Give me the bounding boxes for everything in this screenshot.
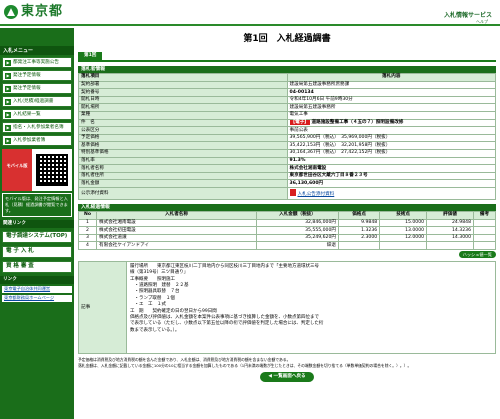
qualification-button[interactable]: 資 格 審 査 [2, 260, 72, 273]
logo-text: 東京都 [21, 4, 64, 19]
sidebar-item-sanka[interactable]: ▶ 入札参加業者簿 [2, 135, 72, 146]
table-row: 2 株式会社初田電設 35,555,000円 1.3236 13.0000 14… [78, 226, 496, 235]
info-row: 落札率 91.3% [78, 156, 496, 166]
main-content: 第1回 入札経過調書 第1回 落札者情報 落札項目 落札内容 契約部署 建設局第五… [78, 28, 496, 382]
sidebar-item-yotei[interactable]: ▶ 発注予定情報 [2, 70, 72, 81]
site-header: 東京都 入札情報サービス ヘルプ [0, 0, 500, 26]
mobile-label: モバイル版 [2, 149, 32, 191]
link-kyodo-unei[interactable]: 東京電子自治体共同運営 [2, 285, 72, 293]
col-amount: 入札金額（税抜） [256, 210, 339, 220]
arrow-right-icon: ▶ [5, 98, 11, 105]
info-row: 特別基準価格 30,164,367円（税込） 27,422,152円（税抜） [78, 148, 496, 158]
info-row: 予定価格 39,565,900円（税込） 35,969,000円（税抜） [78, 133, 496, 143]
electronic-badge: 【電子】 [289, 119, 310, 125]
info-row: 落札金額 36,130,600円 [78, 179, 496, 188]
info-row: 業種 電気工事 [78, 110, 496, 120]
link-zaimukyoku[interactable]: 東京都財務局ホームページ [2, 294, 72, 302]
info-row: 契約番号 04-00134 [78, 88, 496, 97]
pdf-icon [289, 188, 296, 196]
tab-round-1[interactable]: 第1回 [78, 52, 103, 60]
sidebar-item-kekka[interactable]: ▶ 入札結果一覧 [2, 109, 72, 120]
section-bid-progress: 入札経過情報 [78, 203, 496, 211]
col-eval: 評価値 [426, 210, 474, 220]
sidebar-menu: ▶ 都発注工事等実施公告 ▶ 発注予定情報 ▶ 発注予定情報 ▶ 入札(見積)経過調書 … [0, 57, 74, 146]
remarks-label: 記事 [78, 260, 127, 354]
table-row: 4 有限会社ケイアンドアイ 辞退 [78, 241, 496, 250]
arrow-right-icon: ▶ [5, 72, 11, 79]
links-head: 関連リンク [0, 219, 74, 228]
round-tabbar: 第1回 [78, 52, 496, 62]
subject-row: 件 名 【電子】 道路施設整備工事（４五の７）照明設備改修 [78, 118, 496, 128]
col-no: No [78, 210, 97, 220]
links-head-2: リンク [0, 275, 74, 284]
col-header-item: 落札項目 [78, 73, 288, 82]
hash-list-button[interactable]: ハッシュ値一覧 [458, 250, 496, 259]
subject-text: 道路施設整備工事（４五の７）照明設備改修 [311, 119, 404, 125]
info-row: 基準価格 35,422,153円（税込） 32,201,958円（税抜） [78, 141, 496, 150]
info-row: 開札場所 建設局第五建設事務所 [78, 103, 496, 112]
sidebar: 入札メニュー ▶ 都発注工事等実施公告 ▶ 発注予定情報 ▶ 発注予定情報 ▶ 入札(見… [0, 28, 74, 419]
arrow-right-icon: ▶ [5, 85, 11, 92]
col-bidder: 入札者名称 [96, 210, 257, 220]
remarks-text: 履行場所 東京都江東区枝川二丁目地内から同区枝川三丁目地内まで「主要地方道環状三… [126, 260, 496, 354]
arrow-right-icon: ▶ [5, 59, 11, 66]
mobile-qr-box[interactable]: モバイル版 [2, 149, 72, 191]
info-row: 落札者住所 東京都世田谷区大蔵六丁目８番２３号 [78, 171, 496, 181]
e-procurement-top-button[interactable]: 電子調達システム(TOP) [2, 230, 72, 243]
mobile-note: モバイル版は、発注予定情報と入札（見積）経過調書が閲覧できます。 [2, 193, 72, 217]
section-winner-info: 落札者情報 [78, 66, 496, 73]
page-title: 第1回 入札経過調書 [243, 34, 331, 44]
info-row: 契約部署 建設局第五建設事務所庶務課 [78, 80, 496, 90]
sidebar-item-yotei-2[interactable]: ▶ 発注予定情報 [2, 83, 72, 94]
remarks-table: 記事 履行場所 東京都江東区枝川二丁目地内から同区枝川三丁目地内まで「主要地方道… [78, 260, 496, 354]
bid-results-table: No 入札者名称 入札金額（税抜） 価格点 技術点 評価値 備考 1 株式会社湘… [78, 210, 496, 250]
tokyo-logo[interactable]: 東京都 [4, 4, 63, 20]
winner-info-table: 落札項目 落札内容 契約部署 建設局第五建設事務所庶務課 契約番号 04-00134… [78, 73, 496, 200]
spec-pdf-link[interactable]: 入札公告添付資料 [298, 192, 335, 197]
qr-code-icon [36, 154, 68, 186]
col-price-pt: 価格点 [337, 210, 381, 220]
arrow-right-icon: ▶ [5, 137, 11, 144]
table-row: 1 株式会社湘南電設 32,846,000円 9.9848 15.0000 24… [78, 218, 496, 228]
col-header-content: 落札内容 [286, 73, 496, 82]
col-note: 備考 [473, 210, 496, 220]
col-tech-pt: 技術点 [379, 210, 428, 220]
e-bidding-button[interactable]: 電 子 入 札 [2, 245, 72, 258]
back-to-list-button[interactable]: ◀ 一覧画面へ戻る [260, 372, 314, 382]
sidebar-item-keika[interactable]: ▶ 入札(見積)経過調書 [2, 96, 72, 107]
arrow-right-icon: ▶ [5, 124, 11, 131]
sidebar-menu-head: 入札メニュー [0, 46, 74, 55]
info-row: 落札者名称 株式会社湘南電設 [78, 164, 496, 173]
spec-row: 公示添付資料 入札公告添付資料 [78, 186, 496, 200]
help-link[interactable]: ヘルプ [476, 19, 488, 24]
arrow-right-icon: ▶ [5, 111, 11, 118]
info-row: 開札日時 令和4年10月6日 午前9時30分 [78, 95, 496, 105]
sidebar-item-meibo[interactable]: ▶ 指名・入札参加業者名簿 [2, 122, 72, 133]
tokyo-emblem-icon [4, 5, 18, 20]
footnote: 予定価格は消費税及び地方消費税の額を含んだ金額であり、入札金額は、消費税及び地方… [78, 356, 412, 368]
table-row: 3 株式会社道譲 35,249,620円 2.3000 12.0000 14.3… [78, 233, 496, 243]
info-row: 公表区分 事前公表 [78, 126, 496, 135]
sidebar-item-kokoku[interactable]: ▶ 都発注工事等実施公告 [2, 57, 72, 68]
